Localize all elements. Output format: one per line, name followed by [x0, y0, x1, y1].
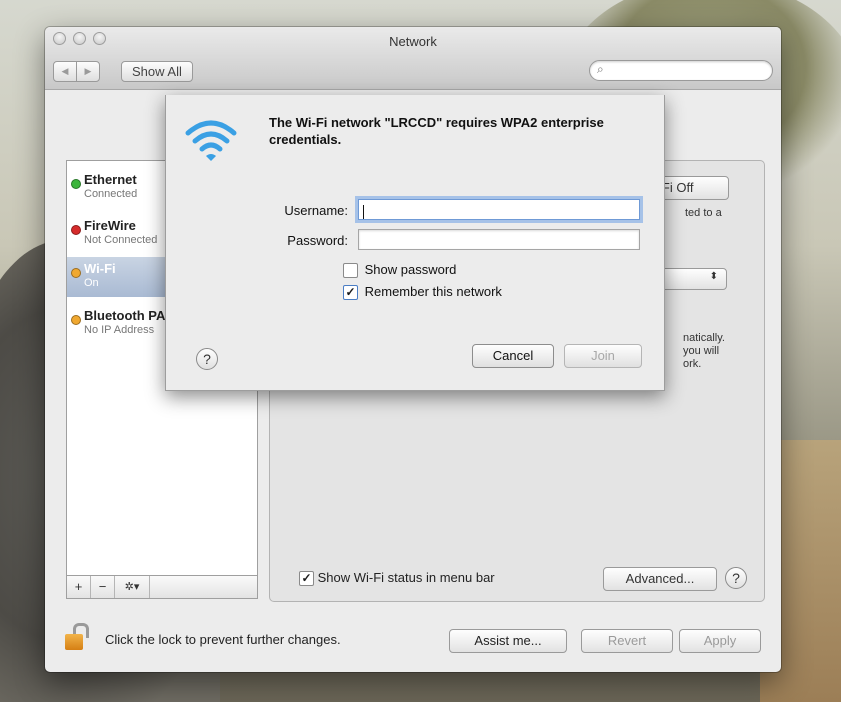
show-wifi-status-label: Show Wi-Fi status in menu bar — [317, 570, 495, 585]
assist-me-button[interactable]: Assist me... — [449, 629, 567, 653]
username-field[interactable] — [358, 199, 640, 220]
info-text-3: ork. — [683, 358, 702, 370]
service-name: Ethernet — [84, 172, 137, 187]
service-name: Bluetooth PAN — [84, 308, 175, 323]
connected-text: ted to a — [685, 207, 722, 219]
join-button[interactable]: Join — [564, 344, 642, 368]
show-wifi-status-option[interactable]: ✓ Show Wi-Fi status in menu bar — [299, 570, 495, 587]
cancel-button[interactable]: Cancel — [472, 344, 554, 368]
show-all-button[interactable]: Show All — [121, 61, 193, 82]
lock-icon[interactable] — [65, 623, 89, 651]
sheet-message: The Wi-Fi network "LRCCD" requires WPA2 … — [269, 115, 604, 147]
window-title: Network — [389, 34, 437, 49]
remove-service-button[interactable]: − — [91, 576, 115, 598]
popup-arrows-icon: ⬍ — [709, 271, 718, 282]
wifi-icon — [185, 120, 237, 161]
username-label: Username: — [284, 203, 348, 218]
nav-buttons: ◀ ▶ — [53, 61, 100, 82]
search-input[interactable]: ⌕ — [589, 60, 773, 81]
service-status: Not Connected — [84, 234, 158, 246]
revert-button[interactable]: Revert — [581, 629, 673, 653]
password-label: Password: — [287, 233, 348, 248]
service-status: No IP Address — [84, 324, 155, 336]
service-name: FireWire — [84, 218, 136, 233]
forward-arrow-icon[interactable]: ▶ — [76, 62, 99, 81]
apply-button[interactable]: Apply — [679, 629, 761, 653]
text-caret — [363, 204, 364, 219]
service-status: On — [84, 277, 99, 289]
info-text-2: you will — [683, 345, 720, 357]
status-dot-icon — [71, 179, 81, 189]
status-dot-icon — [71, 225, 81, 235]
show-password-option[interactable]: Show password — [343, 262, 457, 279]
add-service-button[interactable]: + — [67, 576, 91, 598]
checkbox-checked-icon[interactable]: ✓ — [343, 285, 358, 301]
service-name: Wi-Fi — [84, 261, 116, 276]
gear-icon[interactable]: ✲▾ — [115, 576, 150, 598]
back-arrow-icon[interactable]: ◀ — [54, 62, 76, 81]
lock-text: Click the lock to prevent further change… — [105, 632, 341, 647]
titlebar: Network ◀ ▶ Show All ⌕ — [45, 27, 781, 90]
remember-network-option[interactable]: ✓ Remember this network — [343, 284, 502, 301]
help-button[interactable]: ? — [725, 567, 747, 589]
remember-network-label: Remember this network — [364, 284, 502, 299]
help-button[interactable]: ? — [196, 348, 218, 370]
password-field[interactable] — [358, 229, 640, 250]
advanced-button[interactable]: Advanced... — [603, 567, 717, 591]
show-password-label: Show password — [364, 262, 457, 277]
info-text-1: natically. — [683, 332, 725, 344]
search-icon: ⌕ — [597, 62, 604, 76]
service-toolbar: + − ✲▾ — [66, 576, 258, 599]
checkbox-unchecked-icon[interactable] — [343, 263, 358, 279]
service-status: Connected — [84, 188, 138, 200]
status-dot-icon — [71, 315, 81, 325]
checkbox-checked-icon[interactable]: ✓ — [299, 571, 314, 587]
wifi-credentials-sheet: The Wi-Fi network "LRCCD" requires WPA2 … — [165, 95, 665, 391]
status-dot-icon — [71, 268, 81, 278]
